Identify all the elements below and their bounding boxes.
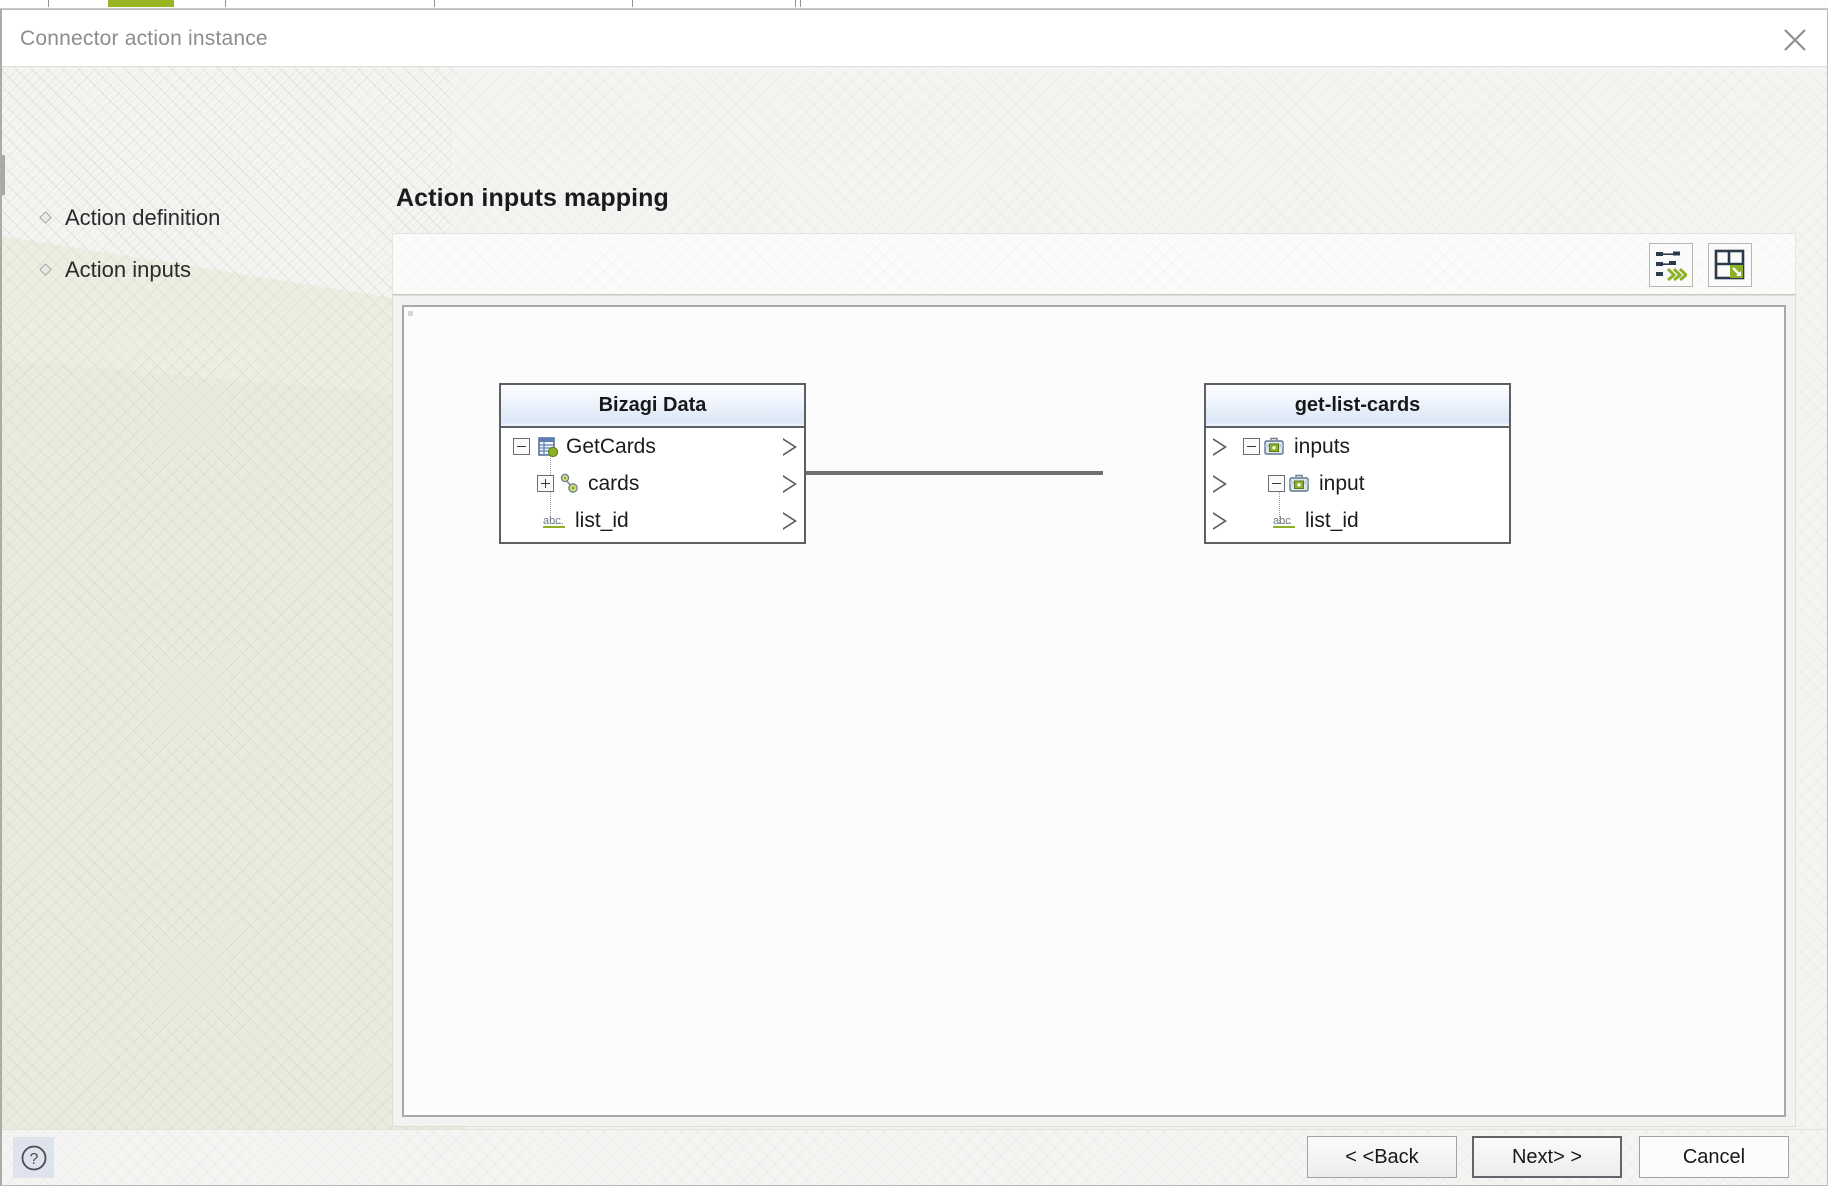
svg-text:abc: abc	[543, 515, 561, 527]
auto-map-button[interactable]	[1649, 243, 1693, 287]
strip-mark	[795, 0, 796, 7]
arrange-layout-button[interactable]	[1708, 243, 1752, 287]
collapse-expander-icon[interactable]	[1243, 438, 1260, 455]
help-question-icon[interactable]: ?	[13, 1137, 54, 1178]
expand-expander-icon[interactable]	[537, 475, 554, 492]
sidebar-item-label: Action inputs	[65, 257, 191, 283]
collection-icon	[559, 473, 581, 495]
auto-map-icon	[1655, 249, 1687, 281]
strip-mark	[225, 0, 226, 7]
table-entity-icon	[537, 436, 559, 458]
tree-row-label: inputs	[1294, 435, 1350, 459]
source-node-bizagi-data[interactable]: Bizagi Data	[499, 383, 806, 544]
briefcase-icon	[1263, 436, 1287, 458]
strip-mark	[434, 0, 435, 7]
connector-action-instance-dialog: Connector action instance Action definit…	[0, 9, 1828, 1186]
target-node-title: get-list-cards	[1295, 394, 1421, 417]
diamond-bullet-icon	[40, 212, 53, 225]
source-node-header: Bizagi Data	[501, 385, 804, 428]
mapping-canvas[interactable]: Bizagi Data	[402, 305, 1786, 1117]
svg-text:?: ?	[29, 1151, 38, 1168]
accent-bar	[108, 0, 174, 7]
close-icon[interactable]	[1764, 10, 1826, 66]
tree-row-label: list_id	[1305, 509, 1359, 533]
abc-string-icon: abc	[1272, 511, 1298, 531]
target-node-body: inputs	[1206, 428, 1509, 542]
main-panel: Action inputs mapping	[392, 67, 1828, 1129]
target-node-get-list-cards[interactable]: get-list-cards	[1204, 383, 1511, 544]
canvas-origin-marker	[408, 311, 413, 316]
tree-row-list-id[interactable]: abc list_id	[1206, 502, 1509, 539]
sidebar-item-label: Action definition	[65, 205, 220, 231]
tree-row-cards[interactable]: cards	[501, 465, 804, 502]
tree-row-label: cards	[588, 472, 639, 496]
mapping-toolbar	[392, 233, 1796, 295]
dialog-titlebar: Connector action instance	[2, 10, 1828, 67]
svg-text:abc: abc	[1273, 515, 1291, 527]
tree-row-label: list_id	[575, 509, 629, 533]
collapse-expander-icon[interactable]	[1268, 475, 1285, 492]
target-node-header: get-list-cards	[1206, 385, 1509, 428]
dialog-body: Action definition Action inputs Action i…	[2, 67, 1828, 1129]
source-node-title: Bizagi Data	[599, 394, 707, 417]
strip-mark	[632, 0, 633, 7]
right-triangle-icon[interactable]	[783, 475, 797, 493]
mapping-canvas-frame: Bizagi Data	[392, 295, 1796, 1127]
dialog-title: Connector action instance	[20, 27, 268, 51]
background-window-strip	[0, 0, 1828, 9]
help-glyph: ?	[19, 1143, 49, 1173]
next-button[interactable]: Next> >	[1472, 1136, 1622, 1178]
arrange-layout-icon	[1714, 249, 1746, 281]
abc-string-icon: abc	[542, 511, 568, 531]
right-triangle-icon[interactable]	[1213, 475, 1227, 493]
sidebar-item-action-definition[interactable]: Action definition	[40, 203, 220, 233]
close-glyph	[1783, 28, 1807, 52]
tree-row-input[interactable]: input	[1206, 465, 1509, 502]
strip-mark	[800, 0, 801, 7]
right-triangle-icon[interactable]	[783, 438, 797, 456]
collapse-expander-icon[interactable]	[513, 438, 530, 455]
diamond-bullet-icon	[40, 264, 53, 277]
right-triangle-icon[interactable]	[1213, 512, 1227, 530]
tree-row-label: input	[1319, 472, 1365, 496]
dialog-footer: ? < <Back Next> > Cancel	[2, 1129, 1828, 1185]
tree-row-list-id[interactable]: abc list_id	[501, 502, 804, 539]
wizard-step-sidebar: Action definition Action inputs	[2, 67, 392, 1129]
strip-mark	[48, 0, 49, 7]
back-button[interactable]: < <Back	[1307, 1136, 1457, 1178]
page-title: Action inputs mapping	[396, 184, 669, 213]
right-triangle-icon[interactable]	[783, 512, 797, 530]
tree-row-inputs[interactable]: inputs	[1206, 428, 1509, 465]
sidebar-item-action-inputs[interactable]: Action inputs	[40, 255, 191, 285]
tree-row-getcards[interactable]: GetCards	[501, 428, 804, 465]
cancel-button[interactable]: Cancel	[1639, 1136, 1789, 1178]
right-triangle-icon[interactable]	[1213, 438, 1227, 456]
source-node-body: GetCards	[501, 428, 804, 542]
tree-row-label: GetCards	[566, 435, 656, 459]
briefcase-icon	[1288, 473, 1312, 495]
